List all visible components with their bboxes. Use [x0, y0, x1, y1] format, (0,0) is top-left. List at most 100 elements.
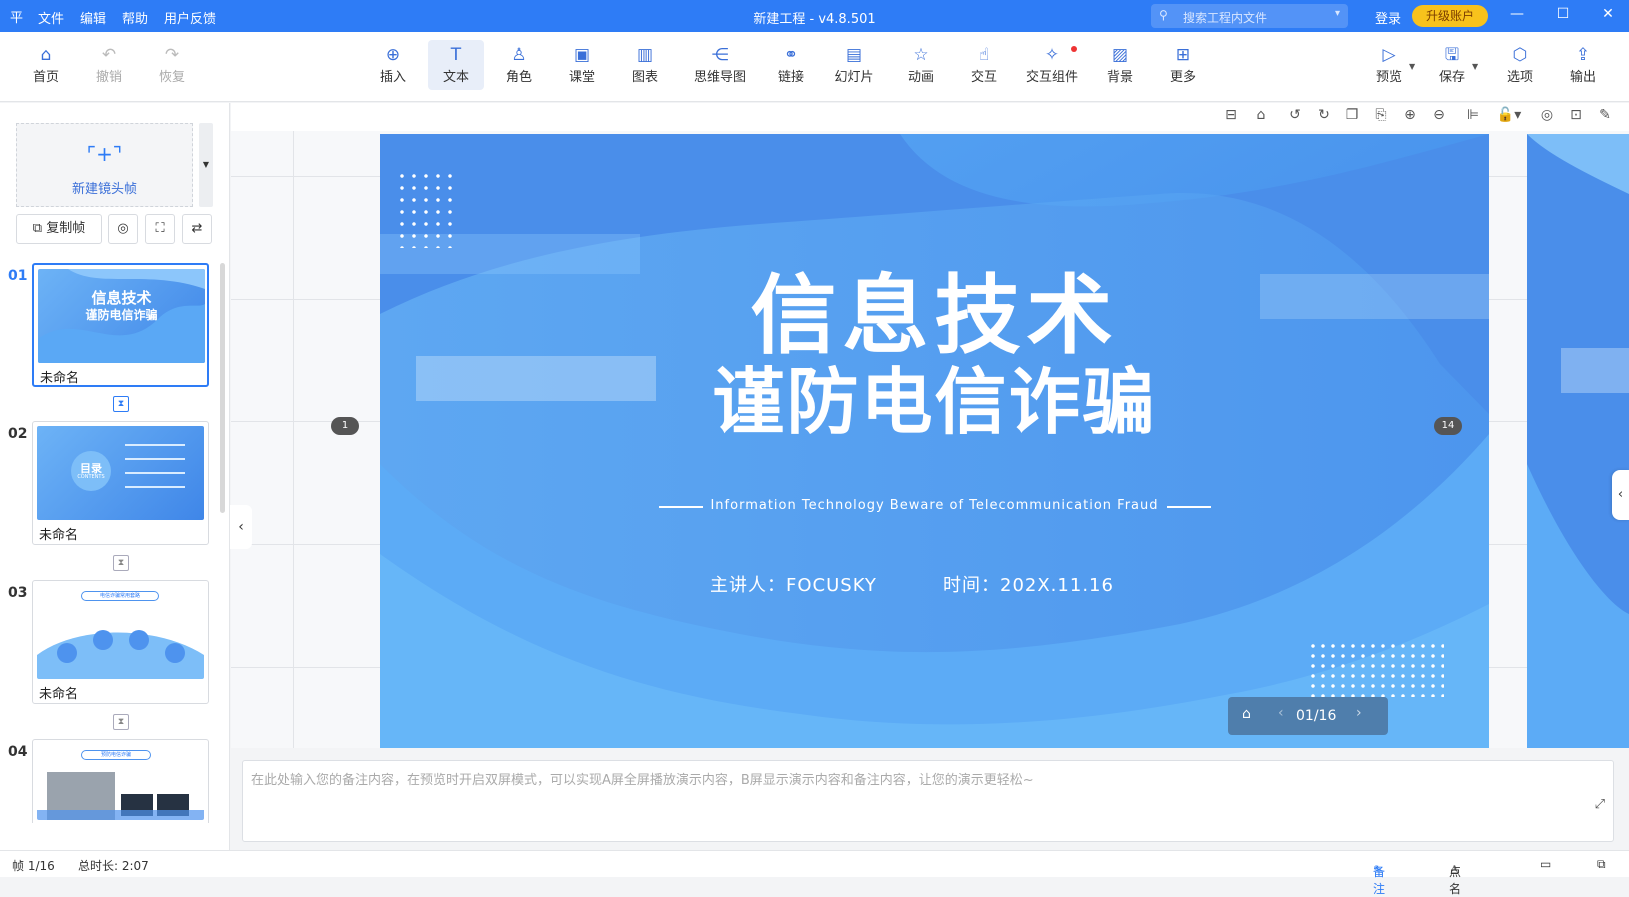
camera-icon: ◎ — [117, 221, 129, 236]
transition-icon[interactable]: ⧗ — [113, 714, 129, 730]
options-label: 选项 — [1506, 70, 1533, 85]
frame-thumbnail-3[interactable]: 电信诈骗常用套路 未命名 — [32, 580, 209, 704]
frame-caption: 未命名 — [40, 371, 80, 386]
mindmap-button[interactable]: ⋲ 思维导图 — [688, 44, 752, 85]
slide-presenter[interactable]: 主讲人：FOCUSKY — [710, 571, 877, 597]
frame-badge-left[interactable]: 1 — [331, 417, 359, 435]
slide-title-line2[interactable]: 谨防电信诈骗 — [380, 360, 1489, 444]
home-view-icon[interactable]: ⌂ — [1251, 107, 1271, 123]
menu-help[interactable]: 帮助 — [122, 8, 148, 27]
mindmap-icon: ⋲ — [711, 45, 729, 65]
link-button[interactable]: ⚭ 链接 — [763, 44, 819, 85]
ruler-icon[interactable]: ⊟ — [1221, 107, 1241, 123]
undo-label: 撤销 — [95, 70, 122, 85]
rotate-left-icon[interactable]: ↺ — [1285, 107, 1305, 123]
frame-number: 04 — [8, 744, 28, 760]
thumbnail-subtitle: CONTENTS — [77, 474, 105, 480]
chart-button[interactable]: ▥ 图表 — [617, 44, 673, 85]
align-icon[interactable]: ⊫ — [1463, 107, 1483, 123]
rotate-right-icon[interactable]: ↻ — [1314, 107, 1334, 123]
slide-frame-1[interactable]: 信息技术 谨防电信诈骗 Information Technology Bewar… — [380, 134, 1489, 748]
menu-file[interactable]: 文件 — [38, 8, 64, 27]
character-button[interactable]: ♙ 角色 — [491, 44, 547, 85]
frame-thumbnail-2[interactable]: 目录 CONTENTS 未命名 — [32, 421, 209, 545]
lock-icon[interactable]: 🔓▾ — [1493, 107, 1525, 123]
login-link[interactable]: 登录 — [1375, 8, 1401, 27]
frame-caption: 未命名 — [39, 687, 79, 702]
insert-button[interactable]: ⊕ 插入 — [365, 44, 421, 85]
search-input[interactable]: ⚲ 搜索工程内文件 ▾ — [1151, 4, 1348, 28]
frame-thumbnail-1[interactable]: 信息技术 谨防电信诈骗 未命名 — [32, 263, 209, 387]
canvas-area[interactable]: ⊟ ⌂ ↺ ↻ ❐ ⎘ ⊕ ⊖ ⊫ 🔓▾ ◎ ⊡ ✎ 信息技术 谨防电信诈骗 I… — [231, 103, 1629, 748]
more-button[interactable]: ⊞ 更多 — [1155, 44, 1211, 85]
copy-layer-icon[interactable]: ❐ — [1342, 107, 1362, 123]
edit-icon[interactable]: ✎ — [1595, 107, 1615, 123]
interactive-component-button[interactable]: ✧ 交互组件 — [1019, 44, 1085, 85]
frame-list-scrollbar[interactable] — [220, 263, 225, 513]
maximize-icon[interactable]: ☐ — [1553, 6, 1573, 22]
home-icon: ⌂ — [40, 45, 52, 65]
camera-button[interactable]: ◎ — [108, 214, 138, 244]
expand-icon[interactable]: ⤢ — [1595, 797, 1605, 812]
slides-button[interactable]: ▤ 幻灯片 — [826, 44, 882, 85]
character-icon: ♙ — [511, 45, 527, 65]
new-frame-dropdown[interactable]: ▼ — [199, 123, 213, 207]
menu-feedback[interactable]: 用户反馈 — [164, 8, 216, 27]
record-icon[interactable]: ⊡ — [1566, 107, 1586, 123]
slide-frame-adjacent[interactable] — [1527, 134, 1629, 748]
mindmap-label: 思维导图 — [693, 70, 746, 85]
interaction-button[interactable]: ☝ 交互 — [956, 44, 1012, 85]
slide-subtitle[interactable]: Information Technology Beware of Telecom… — [380, 498, 1489, 513]
menu-bar: 文件 编辑 帮助 用户反馈 — [38, 8, 216, 27]
copy-icon: ⧉ — [32, 221, 47, 236]
chart-icon: ▥ — [636, 45, 654, 65]
transition-icon[interactable]: ⧗ — [113, 396, 129, 412]
preview-dropdown-icon[interactable]: ▼ — [1409, 62, 1415, 71]
prev-frame-icon[interactable]: ‹ — [1278, 705, 1284, 721]
slide-title-line1[interactable]: 信息技术 — [380, 266, 1489, 366]
chevron-left-icon: ‹ — [238, 519, 244, 535]
slide-date[interactable]: 时间：202X.11.16 — [943, 571, 1114, 597]
adjacent-slide-art — [1527, 134, 1629, 748]
notes-placeholder: 在此处输入您的备注内容，在预览时开启双屏模式，可以实现A屏全屏播放演示内容，B屏… — [251, 773, 1034, 788]
transition-icon[interactable]: ⧗ — [113, 555, 129, 571]
upgrade-button[interactable]: 升级账户 — [1412, 5, 1488, 27]
undo-button[interactable]: ↶ 撤销 — [81, 44, 137, 85]
classroom-label: 课堂 — [568, 70, 595, 85]
frame-number: 02 — [8, 426, 28, 442]
paste-layer-icon[interactable]: ⎘ — [1371, 107, 1391, 123]
frame-badge-right[interactable]: 14 — [1434, 417, 1462, 435]
home-frame-icon[interactable]: ⌂ — [1242, 706, 1251, 722]
thumbnail-line — [125, 472, 185, 474]
frame-thumbnail-4[interactable]: 预防电信诈骗 — [32, 739, 209, 823]
redo-button[interactable]: ↷ 恢复 — [144, 44, 200, 85]
window-mode-icon[interactable]: ⧉ — [1597, 857, 1606, 872]
options-button[interactable]: ⬡ 选项 — [1492, 44, 1548, 85]
zoom-out-icon[interactable]: ⊖ — [1429, 107, 1449, 123]
save-dropdown-icon[interactable]: ▼ — [1472, 62, 1478, 71]
next-frame-icon[interactable]: › — [1356, 705, 1362, 721]
dot-pattern-top-left — [396, 170, 460, 248]
minimize-icon[interactable]: — — [1507, 6, 1527, 22]
background-button[interactable]: ▨ 背景 — [1092, 44, 1148, 85]
notes-input[interactable]: 在此处输入您的备注内容，在预览时开启双屏模式，可以实现A屏全屏播放演示内容，B屏… — [242, 760, 1614, 842]
swap-button[interactable]: ⇄ — [182, 214, 212, 244]
text-button[interactable]: T 文本 — [428, 40, 484, 90]
fit-frame-button[interactable]: ⛶ — [145, 214, 175, 244]
collapse-panel-button[interactable]: ‹ — [230, 505, 252, 549]
classroom-button[interactable]: ▣ 课堂 — [554, 44, 610, 85]
screenshot-icon[interactable]: ◎ — [1537, 107, 1557, 123]
animation-button[interactable]: ☆ 动画 — [893, 44, 949, 85]
thumbnail-image: 目录 CONTENTS — [37, 426, 204, 520]
screen-icon[interactable]: ▭ — [1540, 857, 1551, 871]
export-button[interactable]: ⇪ 输出 — [1555, 44, 1611, 85]
zoom-in-icon[interactable]: ⊕ — [1400, 107, 1420, 123]
right-panel-toggle[interactable]: ‹ — [1612, 470, 1629, 520]
close-icon[interactable]: ✕ — [1598, 6, 1618, 22]
menu-edit[interactable]: 编辑 — [80, 8, 106, 27]
copy-frame-button[interactable]: ⧉ 复制帧 — [16, 214, 102, 244]
chevron-down-icon[interactable]: ▾ — [1335, 8, 1340, 19]
home-button[interactable]: ⌂ 首页 — [18, 44, 74, 85]
new-frame-button[interactable]: ⌜+⌝ 新建镜头帧 — [16, 123, 193, 207]
title-bar: 平 文件 编辑 帮助 用户反馈 新建工程 - v4.8.501 ⚲ 搜索工程内文… — [0, 0, 1629, 32]
